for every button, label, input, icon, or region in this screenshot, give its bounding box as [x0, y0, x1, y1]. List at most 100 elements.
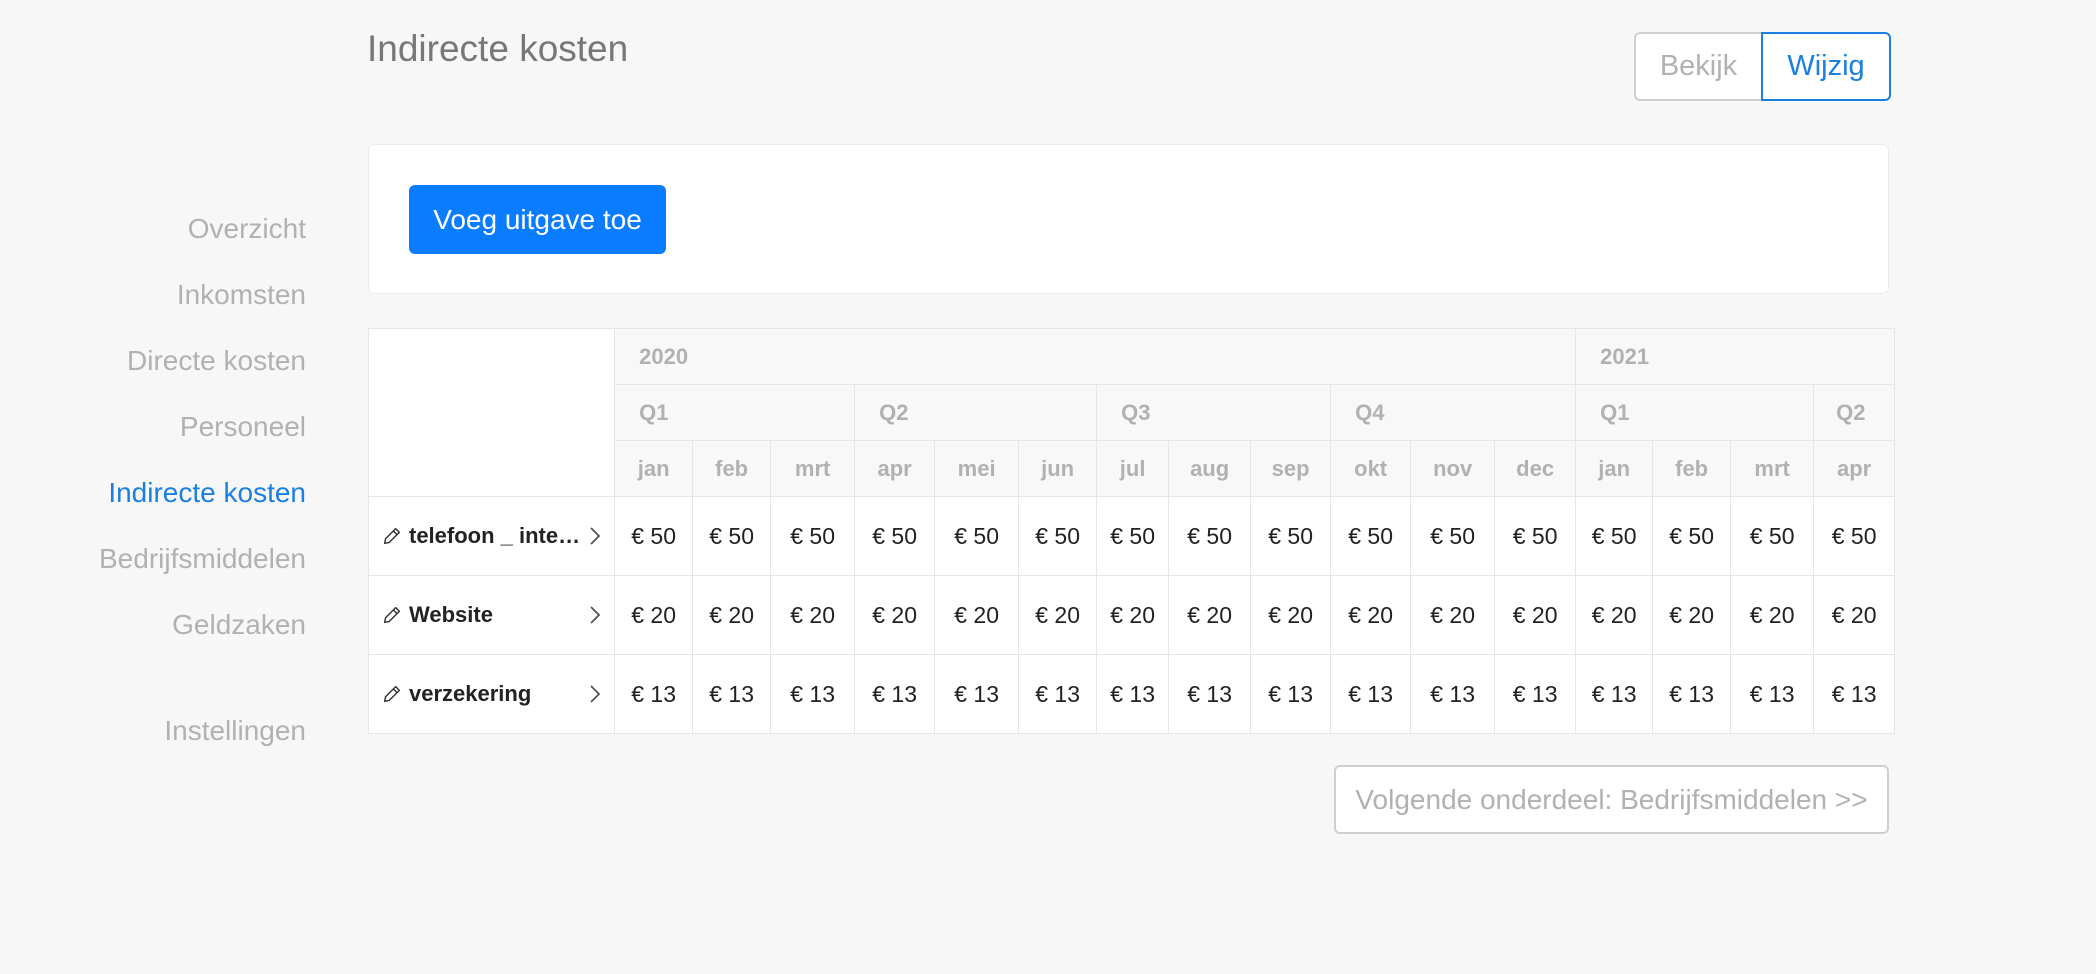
value-cell[interactable]: € 13	[854, 654, 936, 734]
value-cell[interactable]: € 20	[1168, 575, 1252, 655]
value-cell[interactable]: € 20	[770, 575, 856, 655]
row-label[interactable]: telefoon _ inte…	[369, 497, 614, 575]
value-cell[interactable]: € 13	[1494, 654, 1577, 734]
value-cell[interactable]: € 50	[1250, 496, 1332, 576]
next-section-button[interactable]: Volgende onderdeel: Bedrijfsmiddelen >>	[1334, 765, 1889, 834]
month-header: apr	[1813, 440, 1896, 497]
value-cell[interactable]: € 20	[1494, 575, 1577, 655]
cost-table-wrapper: 2020 2021 Q1 Q2 Q3 Q4 Q1 Q2 jan feb mrt …	[367, 328, 1896, 734]
value-cell[interactable]: € 50	[1813, 496, 1896, 576]
month-header: okt	[1330, 440, 1412, 497]
month-header: aug	[1168, 440, 1252, 497]
pencil-icon[interactable]	[381, 683, 403, 705]
value-cell[interactable]: € 20	[1096, 575, 1170, 655]
row-label-text: telefoon _ inte…	[409, 523, 581, 548]
value-cell[interactable]: € 50	[692, 496, 772, 576]
value-cell[interactable]: € 20	[1813, 575, 1896, 655]
value-cell[interactable]: € 13	[770, 654, 856, 734]
value-cell[interactable]: € 13	[1330, 654, 1412, 734]
value-cell[interactable]: € 13	[934, 654, 1020, 734]
value-cell[interactable]: € 13	[1018, 654, 1098, 734]
quarter-header: Q4	[1330, 384, 1577, 441]
value-cell[interactable]: € 20	[1730, 575, 1815, 655]
value-cell[interactable]: € 20	[1018, 575, 1098, 655]
row-label-text: verzekering	[409, 681, 532, 706]
month-header: mei	[934, 440, 1020, 497]
month-header: sep	[1250, 440, 1332, 497]
chevron-right-icon[interactable]	[588, 684, 602, 704]
value-cell[interactable]: € 20	[692, 575, 772, 655]
view-toggle: Bekijk Wijzig	[1634, 32, 1891, 101]
quarter-header: Q2	[854, 384, 1098, 441]
month-header: jun	[1018, 440, 1098, 497]
value-cell[interactable]: € 13	[1250, 654, 1332, 734]
value-cell[interactable]: € 20	[1575, 575, 1654, 655]
pencil-icon[interactable]	[381, 525, 403, 547]
add-expense-button[interactable]: Voeg uitgave toe	[409, 185, 666, 254]
row-label[interactable]: verzekering	[369, 655, 614, 733]
year-header: 2021	[1575, 328, 1896, 385]
value-cell[interactable]: € 13	[1096, 654, 1170, 734]
value-cell[interactable]: € 13	[1410, 654, 1496, 734]
value-cell[interactable]: € 20	[1250, 575, 1332, 655]
row-label-cell[interactable]: verzekering	[367, 654, 616, 734]
sidebar-item-instellingen[interactable]: Instellingen	[0, 698, 306, 764]
sidebar-item-directe-kosten[interactable]: Directe kosten	[0, 328, 306, 394]
row-label[interactable]: Website	[369, 576, 614, 654]
chevron-right-icon[interactable]	[588, 605, 602, 625]
value-cell[interactable]: € 50	[1330, 496, 1412, 576]
value-cell[interactable]: € 13	[614, 654, 694, 734]
value-cell[interactable]: € 50	[1494, 496, 1577, 576]
value-cell[interactable]: € 13	[692, 654, 772, 734]
value-cell[interactable]: € 50	[1096, 496, 1170, 576]
month-header: feb	[692, 440, 772, 497]
value-cell[interactable]: € 20	[854, 575, 936, 655]
value-cell[interactable]: € 13	[1652, 654, 1732, 734]
row-label-cell[interactable]: telefoon _ inte…	[367, 496, 616, 576]
value-cell[interactable]: € 50	[854, 496, 936, 576]
value-cell[interactable]: € 50	[1168, 496, 1252, 576]
quarter-header: Q1	[614, 384, 856, 441]
value-cell[interactable]: € 50	[770, 496, 856, 576]
row-label-cell[interactable]: Website	[367, 575, 616, 655]
wijzig-button[interactable]: Wijzig	[1761, 32, 1891, 101]
value-cell[interactable]: € 50	[1575, 496, 1654, 576]
sidebar-item-geldzaken[interactable]: Geldzaken	[0, 592, 306, 658]
pencil-icon[interactable]	[381, 604, 403, 626]
value-cell[interactable]: € 50	[1652, 496, 1732, 576]
value-cell[interactable]: € 13	[1813, 654, 1896, 734]
value-cell[interactable]: € 50	[1730, 496, 1815, 576]
value-cell[interactable]: € 13	[1575, 654, 1654, 734]
chevron-right-icon[interactable]	[588, 526, 602, 546]
value-cell[interactable]: € 50	[614, 496, 694, 576]
value-cell[interactable]: € 50	[1018, 496, 1098, 576]
quarter-header: Q2	[1813, 384, 1896, 441]
cost-table: 2020 2021 Q1 Q2 Q3 Q4 Q1 Q2 jan feb mrt …	[367, 328, 1896, 734]
month-header: jan	[614, 440, 694, 497]
value-cell[interactable]: € 20	[1410, 575, 1496, 655]
month-header: apr	[854, 440, 936, 497]
value-cell[interactable]: € 13	[1730, 654, 1815, 734]
sidebar-item-inkomsten[interactable]: Inkomsten	[0, 262, 306, 328]
year-header-row: 2020 2021	[367, 328, 1896, 497]
bekijk-button[interactable]: Bekijk	[1634, 32, 1761, 101]
value-cell[interactable]: € 20	[934, 575, 1020, 655]
sidebar-item-personeel[interactable]: Personeel	[0, 394, 306, 460]
value-cell[interactable]: € 20	[1652, 575, 1732, 655]
month-header: mrt	[1730, 440, 1815, 497]
value-cell[interactable]: € 13	[1168, 654, 1252, 734]
sidebar-item-indirecte-kosten[interactable]: Indirecte kosten	[0, 460, 306, 526]
page-title: Indirecte kosten	[367, 28, 629, 69]
quarter-header: Q3	[1096, 384, 1332, 441]
sidebar-item-overzicht[interactable]: Overzicht	[0, 196, 306, 262]
month-header: jul	[1096, 440, 1170, 497]
value-cell[interactable]: € 20	[614, 575, 694, 655]
value-cell[interactable]: € 50	[1410, 496, 1496, 576]
value-cell[interactable]: € 50	[934, 496, 1020, 576]
table-row: Website € 20 € 20 € 20 € 20 € 20 € 20 € 20 € 20 €…	[367, 575, 1896, 655]
month-header: mrt	[770, 440, 856, 497]
sidebar-item-bedrijfsmiddelen[interactable]: Bedrijfsmiddelen	[0, 526, 306, 592]
month-header: jan	[1575, 440, 1654, 497]
value-cell[interactable]: € 20	[1330, 575, 1412, 655]
